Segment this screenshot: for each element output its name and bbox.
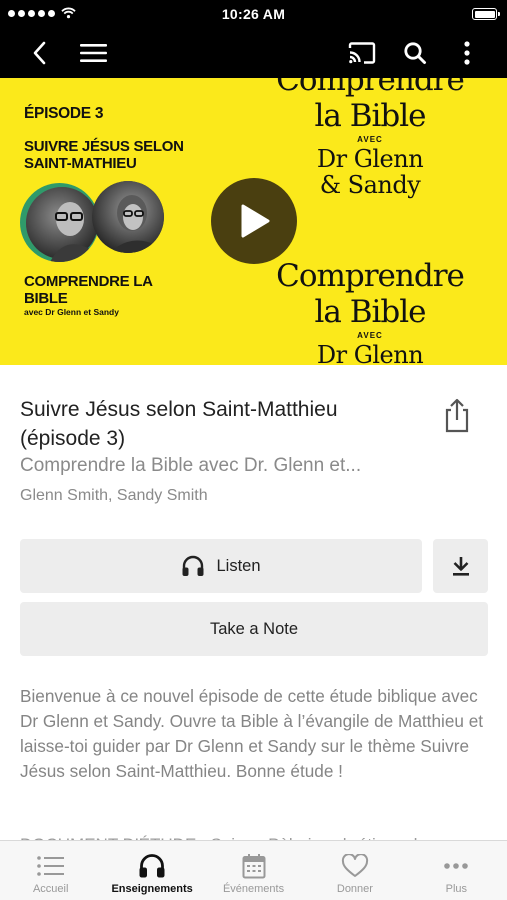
cast-icon (348, 42, 376, 64)
status-time: 10:26 AM (221, 6, 286, 22)
episode-series[interactable]: Comprendre la Bible avec Dr. Glenn et... (20, 455, 440, 477)
download-icon (452, 557, 469, 576)
tab-plus[interactable]: Plus (406, 841, 507, 900)
artwork-episode-title: SUIVRE JÉSUS SELON SAINT-MATHIEU (24, 138, 184, 172)
menu-button[interactable] (78, 28, 108, 78)
headphones-icon (139, 854, 165, 878)
listen-label: Listen (216, 556, 261, 575)
share-icon (445, 398, 469, 433)
tab-donner[interactable]: Donner (304, 841, 405, 900)
episode-authors: Glenn Smith, Sandy Smith (20, 487, 208, 504)
artwork-series-title: COMPRENDRE LA BIBLE (24, 273, 153, 307)
headphones-icon (182, 555, 204, 576)
episode-title: Suivre Jésus selon Saint-Matthieu (épiso… (20, 398, 338, 450)
host-photo-sandy (92, 181, 164, 253)
heart-icon (341, 854, 369, 877)
tab-accueil[interactable]: Accueil (0, 841, 101, 900)
tab-label: Donner (336, 883, 373, 895)
person-photo-icon (26, 187, 98, 262)
play-icon (241, 204, 270, 238)
artwork-series-subtitle: avec Dr Glenn et Sandy (24, 307, 119, 317)
tab-enseignements[interactable]: Enseignements (101, 841, 202, 900)
list-icon (36, 856, 64, 876)
more-horizontal-icon (444, 863, 469, 869)
tab-bar: Accueil Enseignements Événements Donner … (0, 840, 507, 900)
battery-icon (472, 8, 500, 20)
cast-button[interactable] (346, 28, 378, 78)
download-button[interactable] (433, 539, 488, 593)
person-photo-icon (92, 181, 164, 253)
play-button[interactable] (211, 178, 297, 264)
status-bar: 10:26 AM (0, 0, 507, 28)
tab-label: Enseignements (111, 883, 193, 895)
search-button[interactable] (401, 28, 429, 78)
overflow-menu-button[interactable] (457, 28, 477, 78)
tab-label: Accueil (32, 883, 69, 895)
back-button[interactable] (24, 28, 54, 78)
artwork-series-logo-repeat: Comprendre la Bible AVEC Dr Glenn (276, 258, 465, 365)
host-photo-glenn (20, 183, 99, 262)
tab-evenements[interactable]: Événements (203, 841, 304, 900)
episode-artwork: ÉPISODE 3 SUIVRE JÉSUS SELON SAINT-MATHI… (0, 78, 507, 365)
take-note-button[interactable]: Take a Note (20, 602, 488, 656)
calendar-icon (242, 854, 266, 879)
hamburger-icon (79, 44, 107, 62)
episode-description: Bienvenue à ce nouvel épisode de cette é… (20, 686, 484, 781)
search-icon (404, 42, 426, 64)
take-note-label: Take a Note (209, 619, 299, 638)
share-button[interactable] (440, 398, 474, 434)
tab-label: Plus (445, 883, 468, 895)
chevron-left-icon (33, 41, 46, 65)
artwork-series-logo: Comprendre la Bible AVEC Dr Glenn & Sand… (276, 78, 465, 199)
artwork-episode-number: ÉPISODE 3 (24, 105, 104, 122)
tab-label: Événements (222, 883, 285, 895)
navigation-bar (0, 28, 507, 78)
listen-button[interactable]: Listen (20, 539, 422, 593)
more-vertical-icon (464, 41, 470, 65)
